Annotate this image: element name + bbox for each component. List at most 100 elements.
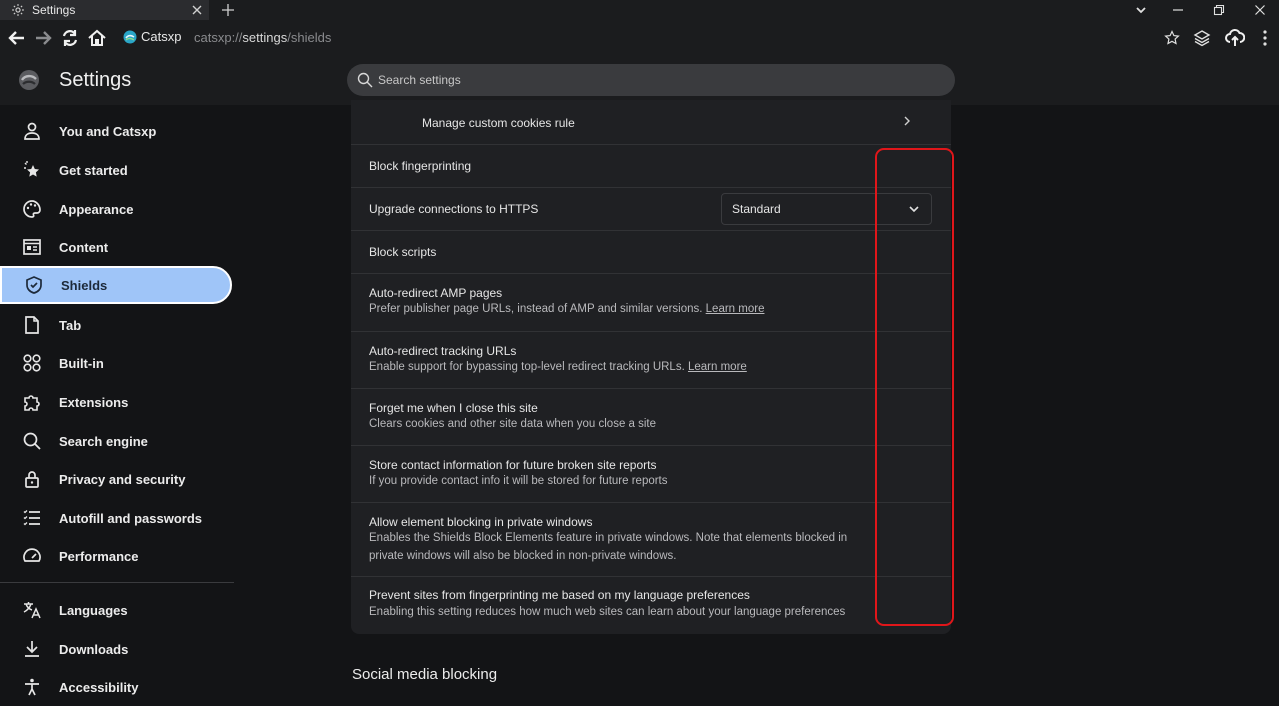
close-tab-icon[interactable] bbox=[191, 4, 203, 16]
sidebar-item-label: Appearance bbox=[59, 201, 134, 217]
new-tab-plus-icon[interactable] bbox=[221, 3, 235, 17]
row-title: Block fingerprinting bbox=[369, 159, 472, 173]
sidebar-item-extensions[interactable]: Extensions bbox=[0, 383, 232, 421]
row-subtitle: Enable support for bypassing top-level r… bbox=[369, 359, 889, 377]
back-arrow-icon[interactable] bbox=[6, 27, 28, 49]
row-subtitle: Prefer publisher page URLs, instead of A… bbox=[369, 301, 889, 319]
url-scheme: catsxp:// bbox=[194, 30, 243, 45]
title-bar: Settings bbox=[0, 0, 1279, 20]
tab-title: Settings bbox=[32, 3, 76, 17]
row-title: Auto-redirect tracking URLs bbox=[369, 344, 517, 358]
page-icon bbox=[21, 314, 43, 336]
sidebar-item-you-and-catsxp[interactable]: You and Catsxp bbox=[0, 112, 232, 150]
row-subtitle: Clears cookies and other site data when … bbox=[369, 418, 657, 430]
learn-more-link[interactable]: Learn more bbox=[706, 303, 765, 315]
sidebar-item-label: Extensions bbox=[59, 394, 129, 410]
sidebar-item-shields[interactable]: Shields bbox=[0, 266, 232, 304]
sidebar-item-autofill-and-passwords[interactable]: Autofill and passwords bbox=[0, 499, 232, 537]
close-window-icon[interactable] bbox=[1246, 0, 1274, 20]
grid-icon bbox=[21, 352, 43, 374]
sidebar-item-appearance[interactable]: Appearance bbox=[0, 190, 232, 228]
reload-icon[interactable] bbox=[59, 27, 81, 49]
sidebar-item-performance[interactable]: Performance bbox=[0, 537, 232, 575]
list-icon bbox=[21, 507, 43, 529]
search-icon bbox=[357, 72, 373, 88]
language-fingerprinting-row[interactable]: Prevent sites from fingerprinting me bas… bbox=[351, 577, 951, 634]
search-placeholder: Search settings bbox=[378, 73, 461, 87]
sidebar-item-label: Downloads bbox=[59, 641, 129, 657]
lock-icon bbox=[21, 468, 43, 490]
chevron-right-icon bbox=[901, 115, 913, 127]
sidebar-item-built-in[interactable]: Built-in bbox=[0, 344, 232, 382]
forward-arrow-icon[interactable] bbox=[32, 27, 54, 49]
site-identity-badge[interactable]: Catsxp bbox=[123, 29, 181, 44]
row-subtitle-text: Prefer publisher page URLs, instead of A… bbox=[369, 303, 703, 315]
block-fingerprinting-row[interactable]: Block fingerprinting bbox=[351, 145, 951, 188]
sidebar-item-label: Languages bbox=[59, 602, 128, 618]
row-subtitle: If you provide contact info it will be s… bbox=[369, 475, 668, 487]
social-media-blocking-heading: Social media blocking bbox=[352, 666, 498, 683]
sidebar-item-label: Search engine bbox=[59, 433, 148, 449]
search-icon bbox=[21, 430, 43, 452]
row-title: Auto-redirect AMP pages bbox=[369, 286, 503, 300]
block-scripts-row[interactable]: Block scripts bbox=[351, 231, 951, 274]
translate-icon bbox=[21, 599, 43, 621]
home-icon[interactable] bbox=[86, 27, 108, 49]
sidebar-item-label: Performance bbox=[59, 548, 139, 564]
tab-search-chevron-icon[interactable] bbox=[1127, 0, 1155, 20]
row-title: Allow element blocking in private window… bbox=[369, 515, 593, 529]
auto-redirect-amp-row[interactable]: Auto-redirect AMP pages Prefer publisher… bbox=[351, 274, 951, 332]
sidebar-item-label: Get started bbox=[59, 162, 128, 178]
search-settings-input[interactable]: Search settings bbox=[347, 64, 955, 96]
sidebar-item-privacy-and-security[interactable]: Privacy and security bbox=[0, 460, 232, 498]
browser-tab[interactable]: Settings bbox=[0, 0, 209, 20]
row-title: Upgrade connections to HTTPS bbox=[369, 202, 539, 216]
sidebar-item-label: Privacy and security bbox=[59, 471, 186, 487]
sidebar-item-search-engine[interactable]: Search engine bbox=[0, 422, 232, 460]
sidebar-item-accessibility[interactable]: Accessibility bbox=[0, 668, 232, 706]
url-host: settings bbox=[242, 30, 288, 45]
sidebar-item-label: You and Catsxp bbox=[59, 123, 157, 139]
shield-icon bbox=[23, 274, 45, 296]
menu-kebab-icon[interactable] bbox=[1255, 28, 1275, 48]
row-title: Prevent sites from fingerprinting me bas… bbox=[369, 588, 750, 602]
site-name: Catsxp bbox=[141, 29, 182, 44]
sidebar-item-downloads[interactable]: Downloads bbox=[0, 630, 232, 668]
upgrade-https-row: Upgrade connections to HTTPS Standard bbox=[351, 188, 951, 231]
element-blocking-private-row[interactable]: Allow element blocking in private window… bbox=[351, 503, 951, 577]
bookmark-star-icon[interactable] bbox=[1162, 28, 1182, 48]
sidebar-item-content[interactable]: Content bbox=[0, 228, 232, 266]
restore-icon[interactable] bbox=[1205, 0, 1233, 20]
sidebar-item-tab[interactable]: Tab bbox=[0, 306, 232, 344]
settings-sidebar: You and Catsxp Get started Appearance Co… bbox=[0, 105, 240, 696]
row-title: Forget me when I close this site bbox=[369, 401, 538, 415]
row-title: Block scripts bbox=[369, 245, 437, 259]
manage-custom-cookies-row[interactable]: Manage custom cookies rule bbox=[351, 100, 951, 145]
sidebar-item-label: Shields bbox=[61, 277, 108, 293]
page-title: Settings bbox=[59, 69, 132, 91]
store-contact-info-row[interactable]: Store contact information for future bro… bbox=[351, 446, 951, 503]
learn-more-link[interactable]: Learn more bbox=[688, 361, 747, 373]
settings-logo-icon bbox=[18, 69, 40, 91]
layers-icon[interactable] bbox=[1192, 28, 1212, 48]
forget-me-row[interactable]: Forget me when I close this site Clears … bbox=[351, 389, 951, 446]
gear-icon bbox=[11, 3, 25, 17]
sidebar-item-label: Autofill and passwords bbox=[59, 510, 203, 526]
sidebar-item-languages[interactable]: Languages bbox=[0, 591, 232, 629]
person-icon bbox=[21, 120, 43, 142]
sidebar-item-get-started[interactable]: Get started bbox=[0, 151, 232, 189]
sidebar-item-label: Tab bbox=[59, 317, 82, 333]
palette-icon bbox=[21, 198, 43, 220]
url-path: /shields bbox=[287, 30, 332, 45]
sidebar-item-label: Accessibility bbox=[59, 679, 139, 695]
row-title: Store contact information for future bro… bbox=[369, 458, 657, 472]
auto-redirect-tracking-row[interactable]: Auto-redirect tracking URLs Enable suppo… bbox=[351, 332, 951, 389]
row-subtitle: Enabling this setting reduces how much w… bbox=[369, 606, 846, 618]
sidebar-item-label: Content bbox=[59, 239, 109, 255]
cloud-upload-icon[interactable] bbox=[1225, 28, 1245, 48]
row-subtitle-text: Enable support for bypassing top-level r… bbox=[369, 361, 685, 373]
url-text[interactable]: catsxp://settings/shields bbox=[194, 30, 331, 45]
gauge-icon bbox=[21, 545, 43, 567]
sparkle-star-icon bbox=[21, 159, 43, 181]
minimize-icon[interactable] bbox=[1164, 0, 1192, 20]
